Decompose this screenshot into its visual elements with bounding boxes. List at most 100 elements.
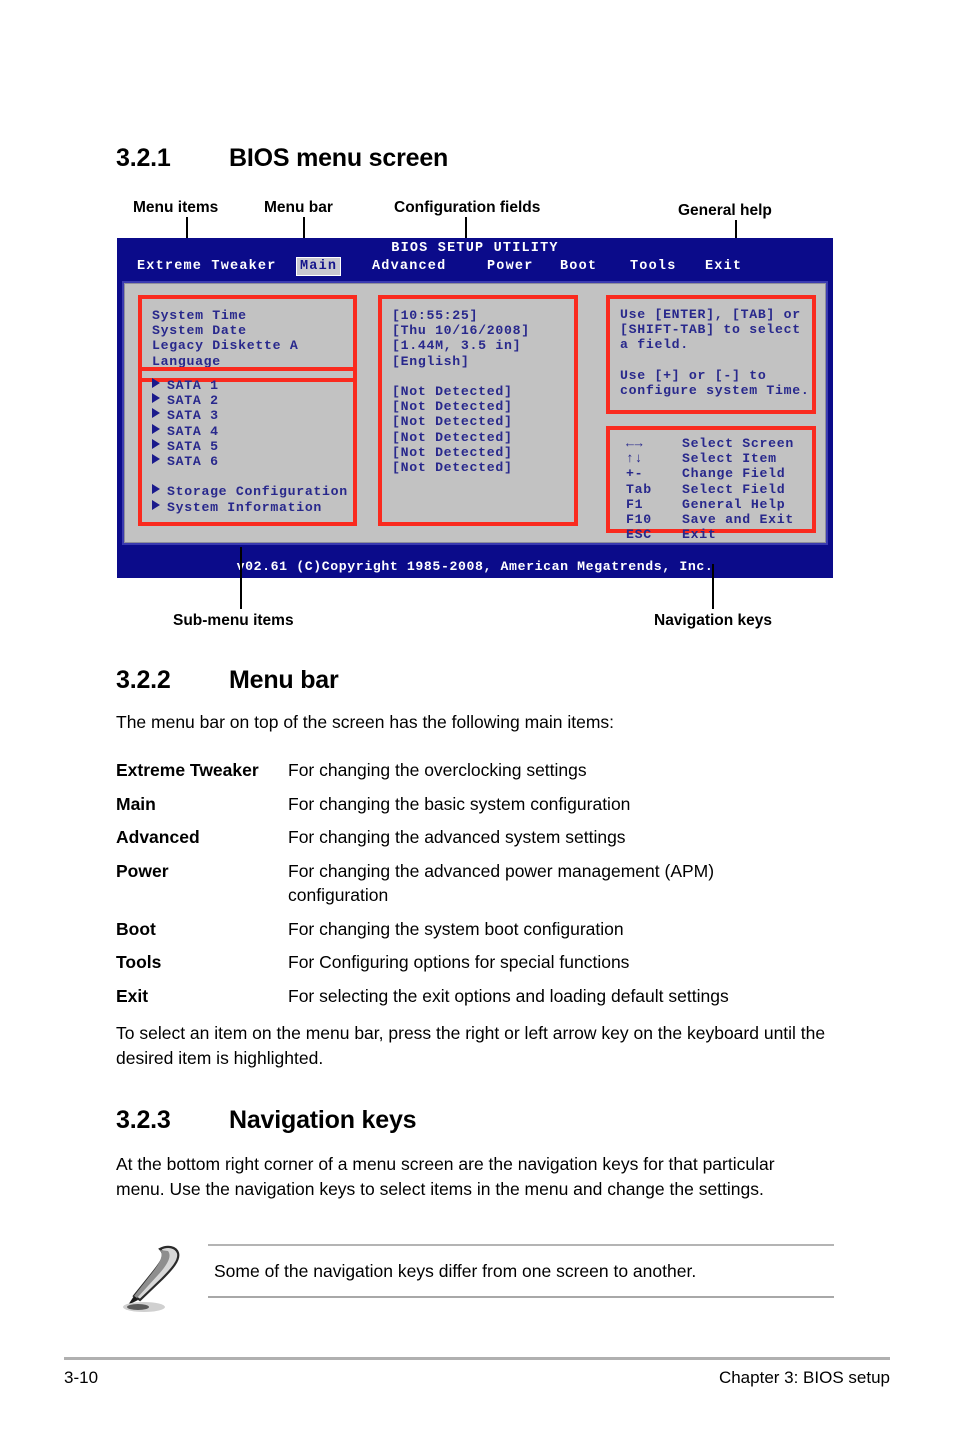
bios-tab-tools[interactable]: Tools (627, 258, 680, 275)
bios-tab-extreme-tweaker[interactable]: Extreme Tweaker (134, 258, 280, 275)
callout-general-help: General help (678, 202, 772, 219)
bios-config-value[interactable]: [Not Detected] (392, 399, 564, 414)
note-box: Some of the navigation keys differ from … (208, 1244, 834, 1299)
document-page: 3.2.1 BIOS menu screen Menu items Menu ba… (0, 0, 954, 1438)
bios-config-value[interactable]: [Not Detected] (392, 460, 564, 475)
menu-bar-definition-list: Extreme Tweaker For changing the overclo… (116, 758, 846, 1017)
bios-submenu-item[interactable]: SATA 5 (152, 438, 343, 454)
triangle-right-icon (152, 499, 160, 510)
bios-copyright-footer: v02.61 (C)Copyright 1985-2008, American … (236, 559, 714, 574)
bios-tab-boot[interactable]: Boot (557, 258, 600, 275)
bios-nav-key-row: ↑↓ Select Item (626, 451, 802, 466)
definition-term: Main (116, 793, 156, 814)
section-title: Navigation keys (229, 1106, 417, 1134)
annotation-box-submenu-items: SATA 1 SATA 2 SATA 3 SATA 4 SATA 5 SATA … (138, 367, 357, 526)
callout-submenu-items: Sub-menu items (173, 612, 294, 629)
bios-submenu-label: SATA 3 (167, 408, 219, 424)
bios-tab-advanced[interactable]: Advanced (369, 258, 449, 275)
chapter-label: Chapter 3: BIOS setup (718, 1368, 890, 1387)
bios-menu-item[interactable]: System Time (152, 308, 343, 323)
bios-config-value[interactable]: [Not Detected] (392, 430, 564, 445)
section-heading-321: 3.2.1 BIOS menu screen (116, 144, 448, 173)
bios-config-value[interactable]: [1.44M, 3.5 in] (392, 338, 564, 353)
bios-setup-screen: BIOS SETUP UTILITY Extreme Tweaker Main … (117, 238, 833, 578)
nav-key-desc: Select Item (682, 451, 777, 467)
bios-submenu-label: SATA 6 (167, 454, 219, 470)
bios-title: BIOS SETUP UTILITY (391, 241, 559, 256)
bios-help-line: configure system Time. (620, 383, 810, 399)
bios-config-value[interactable]: [Not Detected] (392, 445, 564, 460)
annotation-box-configuration-fields: [10:55:25] [Thu 10/16/2008] [1.44M, 3.5 … (378, 295, 578, 526)
bios-submenu-item[interactable]: SATA 4 (152, 423, 343, 439)
bios-tab-main[interactable]: Main (297, 258, 341, 275)
section-title: BIOS menu screen (229, 144, 449, 172)
bios-tab-power[interactable]: Power (484, 258, 537, 275)
triangle-right-icon (152, 484, 160, 495)
nav-key-tab: Tab (626, 481, 652, 497)
triangle-right-icon (152, 378, 160, 388)
nav-key-f10: F10 (626, 512, 652, 528)
bios-submenu-label: SATA 5 (167, 438, 219, 454)
definition-row: Power For changing the advanced power ma… (116, 859, 846, 908)
bios-submenu-label: SATA 1 (167, 378, 219, 393)
definition-row: Advanced For changing the advanced syste… (116, 825, 846, 850)
section-heading-322: 3.2.2 Menu bar (116, 666, 339, 695)
bios-submenu-item[interactable]: System Information (152, 499, 343, 515)
bios-help-line: a field. (620, 337, 689, 353)
bios-submenu-item[interactable]: SATA 6 (152, 454, 343, 469)
definition-description: For changing the advanced power manageme… (288, 860, 715, 906)
page-number: 3-10 (64, 1368, 99, 1387)
bios-submenu-label: SATA 4 (167, 423, 219, 439)
definition-row: Extreme Tweaker For changing the overclo… (116, 758, 846, 783)
bios-submenu-item[interactable]: SATA 3 (152, 408, 343, 423)
definition-description: For changing the system boot configurati… (288, 918, 624, 939)
bios-help-line: Use [+] or [-] to (620, 367, 767, 383)
bios-config-value[interactable]: [Thu 10/16/2008] (392, 323, 564, 338)
bios-config-value[interactable]: [English] (392, 354, 564, 369)
definition-term: Advanced (116, 827, 200, 847)
menu-bar-intro: The menu bar on top of the screen has th… (116, 712, 615, 732)
bios-menu-bar: Extreme Tweaker Main Advanced Power Boot… (117, 258, 833, 277)
bios-menu-item[interactable]: Legacy Diskette A (152, 338, 343, 353)
nav-key-desc: Select Screen (682, 436, 794, 451)
bios-config-value[interactable]: [Not Detected] (392, 384, 564, 399)
callout-configuration-fields: Configuration fields (394, 199, 541, 216)
triangle-right-icon (152, 408, 160, 419)
section-heading-323: 3.2.3 Navigation keys (116, 1106, 417, 1135)
definition-row: Boot For changing the system boot config… (116, 917, 846, 942)
bios-submenu-item[interactable]: SATA 1 (152, 378, 343, 393)
callout-menu-items: Menu items (133, 199, 219, 216)
leader-line-navigation-keys (712, 564, 714, 609)
nav-key-desc: Change Field (682, 466, 786, 482)
bios-menu-item[interactable]: System Date (152, 323, 343, 338)
note-pencil-icon (123, 1245, 180, 1312)
bios-nav-key-row: ESC Exit (626, 527, 802, 542)
nav-key-esc: ESC (626, 527, 652, 543)
definition-description: For changing the basic system configurat… (288, 793, 631, 814)
definition-row: Tools For Configuring options for specia… (116, 950, 846, 975)
bios-submenu-item[interactable]: Storage Configuration (152, 484, 347, 499)
triangle-right-icon (152, 393, 160, 404)
note-text: Some of the navigation keys differ from … (214, 1260, 697, 1281)
bios-spacer-line (152, 469, 343, 484)
menu-bar-outro: To select an item on the menu bar, press… (116, 1023, 826, 1068)
definition-description: For changing the advanced system setting… (288, 827, 626, 847)
bios-help-line: Use [ENTER], [TAB] or (620, 307, 801, 322)
bios-help-line: [SHIFT-TAB] to select (620, 322, 801, 338)
nav-key-f1: F1 (626, 496, 644, 512)
triangle-right-icon (152, 423, 160, 434)
definition-description: For Configuring options for special func… (288, 952, 630, 972)
definition-description: For selecting the exit options and loadi… (288, 985, 729, 1006)
bios-config-value[interactable]: [10:55:25] (392, 308, 564, 323)
triangle-right-icon (152, 454, 160, 465)
section-number: 3.2.2 (116, 666, 171, 694)
annotation-box-navigation-keys: ←→ Select Screen ↑↓ Select Item +- Change F… (606, 426, 816, 542)
definition-description: For changing the overclocking settings (288, 760, 587, 780)
bios-config-value[interactable]: [Not Detected] (392, 414, 564, 429)
bios-tab-exit[interactable]: Exit (702, 258, 745, 275)
section-number: 3.2.3 (116, 1106, 171, 1134)
footer-divider (64, 1357, 890, 1361)
bios-submenu-item[interactable]: SATA 2 (152, 393, 343, 408)
callout-menu-bar: Menu bar (264, 199, 333, 216)
definition-term: Extreme Tweaker (116, 760, 259, 780)
